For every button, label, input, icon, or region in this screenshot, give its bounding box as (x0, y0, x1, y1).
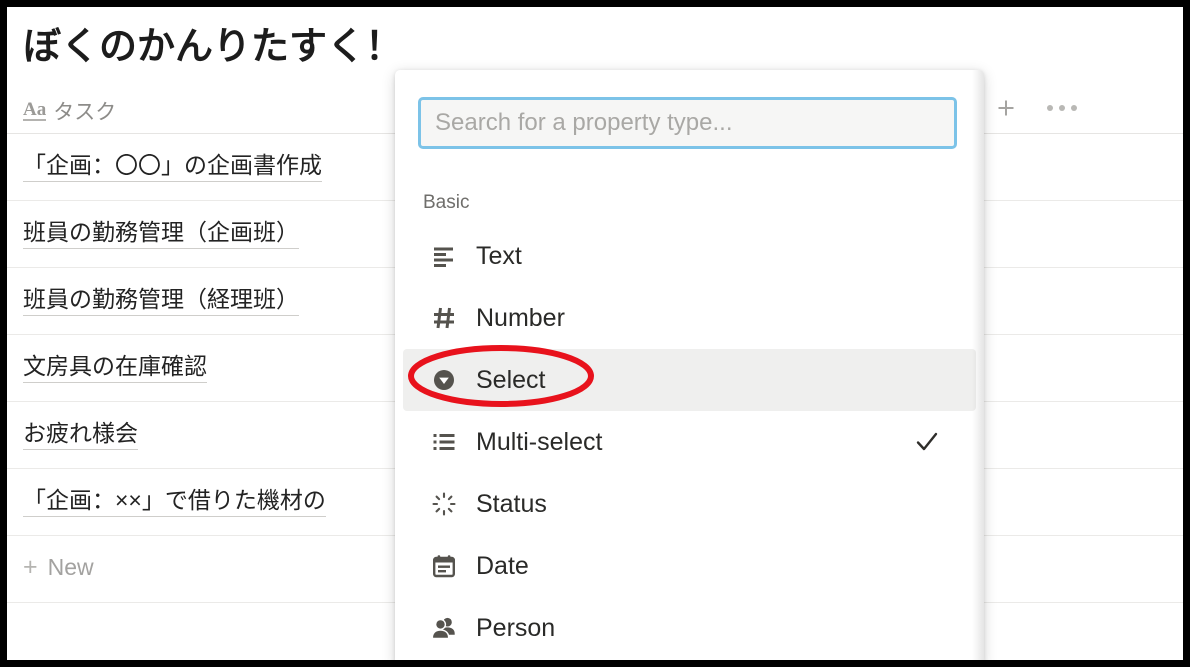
option-label: Number (476, 303, 565, 332)
plus-icon: + (23, 553, 38, 581)
row-title[interactable]: 班員の勤務管理（経理班） (23, 286, 299, 316)
new-row-cell[interactable]: + New (23, 554, 94, 583)
ellipsis-dot (1059, 105, 1065, 111)
row-title[interactable]: 「企画：××」で借りた機材の (23, 487, 326, 517)
row-title[interactable]: 文房具の在庫確認 (23, 353, 207, 383)
calendar-icon (429, 551, 459, 581)
option-label: Date (476, 551, 529, 580)
section-label-basic: Basic (423, 192, 470, 213)
ellipsis-icon[interactable] (1047, 105, 1077, 111)
row-title[interactable]: 班員の勤務管理（企画班） (23, 219, 299, 249)
option-label: Multi-select (476, 427, 603, 456)
option-date[interactable]: Date (403, 535, 976, 597)
row-title[interactable]: お疲れ様会 (23, 420, 138, 450)
option-select[interactable]: Select (403, 349, 976, 411)
text-lines-icon (429, 241, 459, 271)
property-type-panel: Basic Text (395, 70, 984, 660)
option-label: Person (476, 613, 556, 642)
option-label: Text (476, 241, 522, 270)
search-input-wrapper[interactable] (418, 97, 957, 149)
search-input[interactable] (421, 100, 954, 146)
page-title: ぼくのかんりたすく！ (23, 26, 404, 68)
people-icon (429, 613, 459, 643)
option-multi-select[interactable]: Multi-select (403, 411, 976, 473)
row-title[interactable]: 「企画：〇〇」の企画書作成 (23, 152, 322, 182)
option-label: Status (476, 489, 547, 518)
check-icon (914, 429, 940, 455)
bulleted-list-icon (429, 427, 459, 457)
option-number[interactable]: Number (403, 287, 976, 349)
aa-text-icon: Aa (23, 99, 47, 121)
hash-icon (429, 303, 459, 333)
column-header-label: タスク (53, 101, 117, 124)
ellipsis-dot (1047, 105, 1053, 111)
ellipsis-dot (1071, 105, 1077, 111)
column-header-task[interactable]: Aa タスク (23, 96, 116, 126)
option-text[interactable]: Text (403, 225, 976, 287)
option-person[interactable]: Person (403, 597, 976, 659)
option-status[interactable]: Status (403, 473, 976, 535)
new-row-label: New (47, 554, 94, 580)
option-label: Select (476, 365, 546, 394)
select-caret-icon (429, 365, 459, 395)
app-screen: ぼくのかんりたすく！ Aa タスク 「企画：〇〇」の企画書作成 班員の勤務管理（… (7, 7, 1183, 660)
spinner-icon (429, 489, 459, 519)
option-files-media[interactable]: Files & media (403, 659, 976, 660)
property-type-list: Text Number Select Multi-select Status D… (403, 225, 976, 660)
plus-icon[interactable] (995, 97, 1017, 119)
